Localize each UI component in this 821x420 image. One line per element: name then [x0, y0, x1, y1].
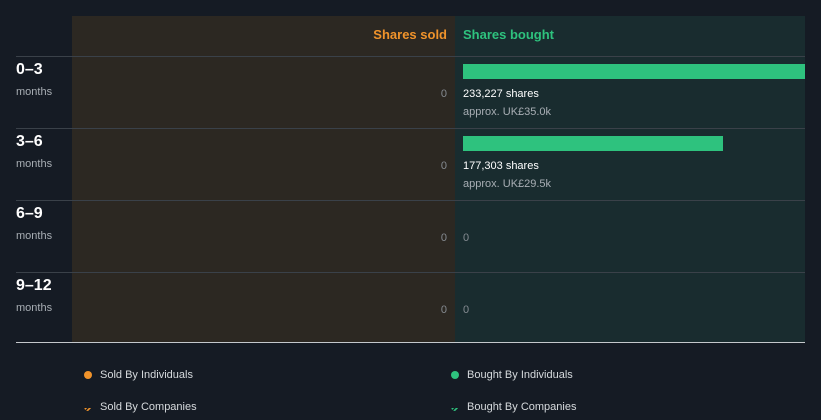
bought-shares-label: 233,227 shares: [463, 88, 539, 100]
period-sub-label: months: [16, 158, 53, 170]
sold-value-label: 0: [440, 88, 447, 100]
period-sub-label: months: [16, 230, 53, 242]
legend-sold-by-companies: Sold By Companies: [100, 401, 197, 413]
shares-bought-header: Shares bought: [463, 27, 555, 42]
bought-individuals-legend-icon: [451, 371, 459, 379]
bought-value-label: approx. UK£35.0k: [463, 106, 552, 118]
period-sub-label: months: [16, 86, 53, 98]
legend-bought-by-companies: Bought By Companies: [467, 401, 577, 413]
bought-bar-0-3: [463, 64, 805, 79]
row-divider: [16, 200, 805, 201]
row-divider: [16, 56, 805, 57]
baseline-axis: [16, 342, 805, 343]
sold-individuals-legend-icon: [84, 371, 92, 379]
legend-bought-by-individuals: Bought By Individuals: [467, 369, 573, 381]
sold-value-label: 0: [440, 304, 447, 316]
period-label-3-6: 3–6: [16, 133, 43, 150]
legend-sold-by-individuals: Sold By Individuals: [100, 369, 193, 381]
period-label-0-3: 0–3: [16, 61, 43, 78]
row-divider: [16, 272, 805, 273]
period-label-9-12: 9–12: [16, 277, 52, 294]
shares-sold-panel: [72, 16, 455, 343]
bought-companies-legend-icon: [451, 403, 459, 411]
bought-value-label: approx. UK£29.5k: [463, 178, 552, 190]
bought-value-label: 0: [463, 232, 470, 244]
shares-sold-header: Shares sold: [373, 27, 447, 42]
sold-value-label: 0: [440, 232, 447, 244]
bought-shares-label: 177,303 shares: [463, 160, 539, 172]
insider-trading-chart: Shares sold Shares bought 0–3 months 0 2…: [0, 0, 821, 420]
row-divider: [16, 128, 805, 129]
bought-value-label: 0: [463, 304, 470, 316]
sold-companies-legend-icon: [84, 403, 92, 411]
bought-bar-3-6: [463, 136, 723, 151]
sold-value-label: 0: [440, 160, 447, 172]
period-label-6-9: 6–9: [16, 205, 43, 222]
period-sub-label: months: [16, 302, 53, 314]
